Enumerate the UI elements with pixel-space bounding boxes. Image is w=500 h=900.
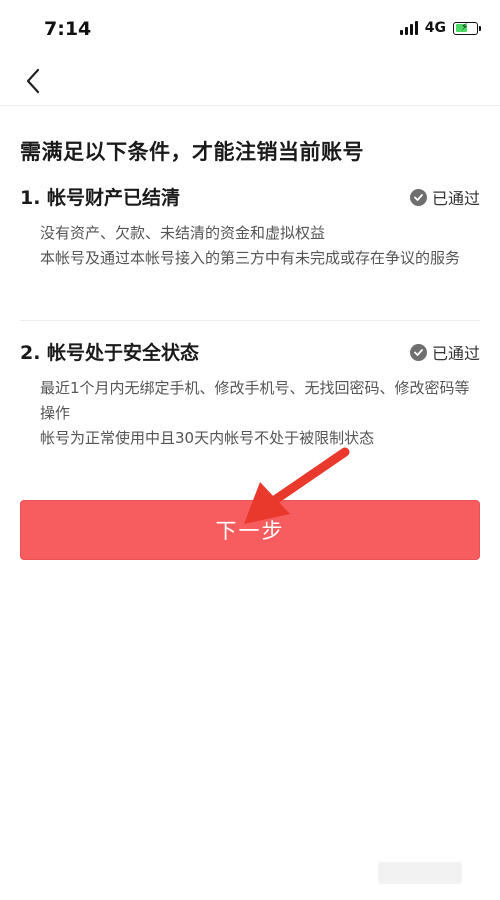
network-type: 4G — [424, 20, 446, 36]
condition-item: 1. 帐号财产已结清 已通过 没有资产、欠款、未结清的资金和虚拟权益 本帐号及通… — [20, 183, 480, 321]
condition-line: 没有资产、欠款、未结清的资金和虚拟权益 — [40, 224, 326, 242]
charging-bolt-icon: ⚡ — [461, 21, 469, 33]
nav-bar — [0, 56, 500, 106]
red-arrow-icon — [244, 447, 350, 524]
condition-line: 本帐号及通过本帐号接入的第三方中有未完成或存在争议的服务 — [40, 249, 461, 267]
battery-icon: ⚡ — [453, 21, 481, 35]
condition-status-text: 已通过 — [431, 189, 480, 208]
status-indicators: 4G ⚡ — [399, 20, 481, 36]
condition-status: 已通过 — [409, 340, 480, 364]
chevron-left-icon — [26, 68, 40, 94]
blurred-watermark — [378, 862, 462, 884]
check-circle-icon — [409, 188, 427, 206]
condition-status-text: 已通过 — [431, 344, 480, 363]
condition-status: 已通过 — [409, 185, 480, 209]
signal-icon — [399, 21, 418, 35]
condition-line: 最近1个月内无绑定手机、修改手机号、无找回密码、修改密码等操作 — [40, 379, 470, 422]
page-title: 需满足以下条件，才能注销当前账号 — [20, 140, 364, 164]
back-button[interactable] — [18, 64, 48, 98]
status-time: 7:14 — [44, 18, 92, 40]
condition-description: 没有资产、欠款、未结清的资金和虚拟权益 本帐号及通过本帐号接入的第三方中有未完成… — [20, 221, 480, 271]
check-circle-icon — [409, 343, 427, 361]
status-bar: 7:14 4G ⚡ — [0, 0, 500, 56]
